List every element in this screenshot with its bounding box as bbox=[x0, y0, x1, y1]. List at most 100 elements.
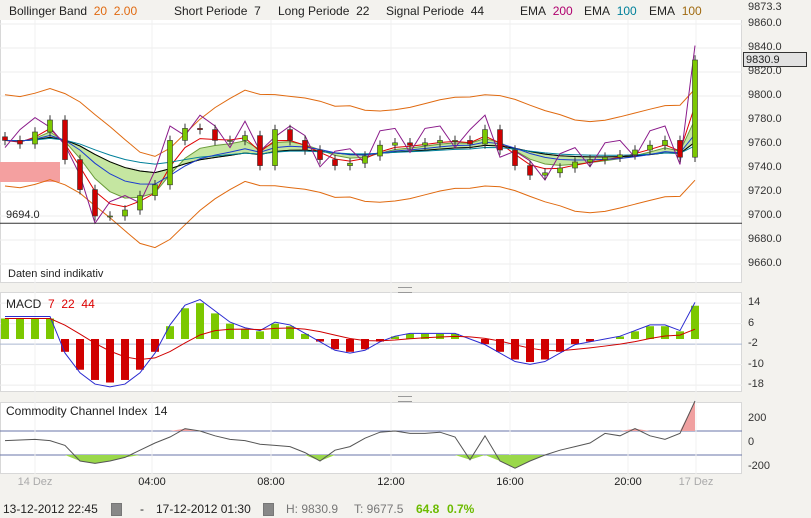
change-value: 64.8 bbox=[416, 502, 440, 516]
cci-label: Commodity Channel Index 14 bbox=[6, 404, 168, 418]
macd-tick: 6 bbox=[748, 316, 755, 329]
ichimoku-cloud-bearish bbox=[0, 162, 60, 182]
change-pct: 0.7% bbox=[447, 502, 475, 516]
date-separator: - bbox=[140, 502, 144, 516]
macd-bar bbox=[121, 339, 129, 380]
candle bbox=[392, 142, 398, 146]
price-tick: 9700.0 bbox=[748, 209, 782, 221]
macd-tick: -10 bbox=[748, 357, 764, 370]
candle bbox=[677, 140, 683, 158]
macd-bar bbox=[541, 339, 549, 360]
candle bbox=[587, 159, 593, 163]
price-tick: 9760.0 bbox=[748, 137, 782, 149]
price-tick: 9860.0 bbox=[748, 17, 782, 29]
macd-bar bbox=[16, 318, 24, 339]
candle bbox=[617, 154, 623, 158]
last-price-marker: 9830.9 bbox=[743, 52, 807, 67]
macd-bar bbox=[256, 331, 264, 339]
macd-bar bbox=[31, 318, 39, 339]
macd-bar bbox=[196, 303, 204, 339]
candle bbox=[257, 135, 263, 166]
candle bbox=[332, 159, 338, 166]
cci-tick: -200 bbox=[748, 460, 771, 472]
macd-bar bbox=[661, 326, 669, 339]
macd-bar bbox=[526, 339, 534, 363]
bollinger-upper bbox=[4, 87, 696, 157]
price-tick: 9660.0 bbox=[748, 257, 782, 269]
candle bbox=[692, 59, 698, 158]
date-to[interactable]: 17-12-2012 01:30 bbox=[156, 502, 251, 516]
candle bbox=[572, 161, 578, 169]
candle bbox=[287, 129, 293, 141]
candle bbox=[467, 140, 473, 145]
time-tick: 08:00 bbox=[257, 476, 285, 488]
candle bbox=[242, 135, 248, 141]
candle bbox=[212, 129, 218, 141]
candle bbox=[482, 129, 488, 145]
macd-tick: -2 bbox=[748, 337, 758, 350]
date-from[interactable]: 13-12-2012 22:45 bbox=[3, 502, 98, 516]
candle bbox=[317, 149, 323, 160]
time-tick: 20:00 bbox=[614, 476, 642, 488]
price-tick: 9740.0 bbox=[748, 161, 782, 173]
candle bbox=[452, 140, 458, 142]
candle bbox=[32, 131, 38, 145]
candle bbox=[512, 149, 518, 166]
calendar-icon[interactable] bbox=[263, 503, 274, 516]
candle bbox=[647, 144, 653, 151]
cci-tick: 200 bbox=[748, 412, 767, 424]
candle bbox=[377, 144, 383, 157]
calendar-icon[interactable] bbox=[111, 503, 122, 516]
time-tick: 14 Dez bbox=[17, 476, 53, 488]
candle bbox=[47, 119, 53, 133]
macd-label: MACD 7 22 44 bbox=[6, 297, 95, 311]
disclaimer: Daten sind indikativ bbox=[8, 268, 104, 280]
candle bbox=[197, 128, 203, 130]
price-tick: 9800.0 bbox=[748, 89, 782, 101]
macd-bar bbox=[76, 339, 84, 370]
candle bbox=[542, 172, 548, 176]
ref-line-label: 9694.0 bbox=[6, 209, 40, 221]
candle bbox=[422, 142, 428, 146]
candle bbox=[437, 140, 443, 144]
candle bbox=[137, 195, 143, 211]
candle bbox=[632, 149, 638, 156]
macd-bar bbox=[571, 339, 579, 345]
macd-bar bbox=[211, 313, 219, 339]
macd-bar bbox=[166, 326, 174, 339]
cci-tick: 0 bbox=[748, 436, 755, 448]
candle bbox=[17, 140, 23, 145]
macd-tick: 14 bbox=[748, 296, 761, 309]
candle bbox=[602, 156, 608, 160]
time-tick: 12:00 bbox=[377, 476, 405, 488]
macd-bar bbox=[331, 339, 339, 350]
chart-svg bbox=[0, 20, 742, 474]
time-tick: 04:00 bbox=[138, 476, 166, 488]
low-value: T: 9677.5 bbox=[354, 502, 404, 516]
candle bbox=[182, 128, 188, 141]
macd-bar bbox=[346, 339, 354, 352]
candle bbox=[662, 140, 668, 146]
macd-bar bbox=[181, 308, 189, 339]
macd-tick: -18 bbox=[748, 378, 764, 391]
candle bbox=[527, 165, 533, 176]
macd-bar bbox=[241, 328, 249, 339]
macd-bar bbox=[646, 326, 654, 339]
candle bbox=[122, 209, 128, 217]
price-tick: 9720.0 bbox=[748, 185, 782, 197]
candle bbox=[167, 140, 173, 186]
macd-bar bbox=[631, 331, 639, 339]
candle bbox=[362, 155, 368, 164]
candle bbox=[272, 129, 278, 166]
candle bbox=[92, 189, 98, 217]
candle bbox=[407, 142, 413, 146]
price-tick: 9680.0 bbox=[748, 233, 782, 245]
macd-bar bbox=[1, 318, 9, 339]
time-tick: 17 Dez bbox=[678, 476, 714, 488]
price-tick: 9873.3 bbox=[748, 1, 782, 14]
candle bbox=[77, 159, 83, 190]
macd-bar bbox=[46, 318, 54, 339]
macd-bar bbox=[511, 339, 519, 360]
time-tick: 16:00 bbox=[496, 476, 524, 488]
macd-bar bbox=[151, 339, 159, 352]
